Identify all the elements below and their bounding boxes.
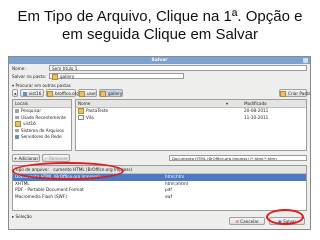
recent-icon bbox=[15, 115, 19, 120]
selection-expander[interactable]: ▸ Seleção bbox=[12, 214, 32, 219]
instruction-line-2: em seguida Clique em Salvar bbox=[62, 26, 258, 43]
column-modified-header[interactable]: Modificado bbox=[244, 100, 267, 107]
column-name-header[interactable]: Nome bbox=[78, 101, 90, 106]
files-header: Nome ▾ Modificado bbox=[76, 100, 306, 108]
path-segment-user[interactable]: user bbox=[78, 89, 97, 97]
folder-label: Salvar na pasta: bbox=[12, 74, 47, 79]
remove-place-button[interactable]: − Remover bbox=[42, 154, 70, 162]
home-folder-icon bbox=[15, 121, 21, 127]
home-icon bbox=[22, 92, 27, 96]
path-segment-broffice[interactable]: broffice.org bbox=[46, 89, 79, 97]
dialog-title: Salvar bbox=[151, 58, 168, 63]
highlight-save-ring bbox=[266, 209, 304, 225]
files-panel: Nome ▾ Modificado PastaTeste 20-08-2011 V… bbox=[75, 99, 307, 151]
cancel-button[interactable]: ⊘ Cancelar bbox=[229, 217, 265, 225]
dialog-titlebar: Salvar bbox=[9, 57, 310, 64]
browse-other-folders-expander[interactable]: ▾ Procurar em outras pastas bbox=[12, 83, 71, 88]
path-segment-home[interactable]: vist16 bbox=[20, 89, 44, 97]
folder-icon bbox=[47, 91, 53, 97]
name-label: Nome: bbox=[12, 66, 26, 71]
create-folder-button[interactable]: Criar Pasta bbox=[279, 89, 310, 97]
place-network[interactable]: Servidores de Rede bbox=[13, 134, 71, 141]
add-place-button[interactable]: + Adicionar bbox=[12, 154, 40, 162]
path-segment-gallery[interactable]: gallery bbox=[99, 89, 123, 97]
instruction-line-1: Em Tipo de Arquivo, Clique na 1ª. Opção … bbox=[17, 8, 303, 25]
save-folder-select[interactable]: gallery bbox=[49, 73, 184, 80]
folder-icon bbox=[52, 74, 58, 80]
file-row[interactable]: Vila 11-10-2011 bbox=[76, 115, 306, 122]
instruction-text: Em Tipo de Arquivo, Clique na 1ª. Opção … bbox=[0, 8, 320, 44]
save-dialog: Salvar Nome: Sem título 1 Salvar na past… bbox=[8, 56, 311, 230]
file-icon bbox=[78, 114, 84, 121]
file-type-option-swf[interactable]: Macromedia Flash (SWF) swf bbox=[13, 194, 306, 201]
file-filter-select[interactable]: Documento HTML (BrOffice.org Impress) (*… bbox=[169, 155, 307, 161]
places-header: Locais bbox=[13, 100, 71, 108]
save-folder-value: gallery bbox=[60, 74, 75, 79]
folder-icon bbox=[100, 91, 106, 97]
drive-icon bbox=[15, 128, 19, 133]
file-name-input[interactable]: Sem título 1 bbox=[49, 65, 307, 71]
highlight-file-type-ring bbox=[12, 162, 124, 180]
sort-arrow-icon: ▾ bbox=[226, 101, 229, 106]
search-icon bbox=[15, 109, 19, 113]
path-back-button[interactable]: ◂ bbox=[12, 89, 18, 97]
network-icon bbox=[15, 135, 19, 139]
new-folder-icon bbox=[280, 91, 286, 97]
folder-icon bbox=[78, 108, 84, 114]
browse-label: Procurar em outras pastas bbox=[15, 83, 71, 88]
close-window-icon[interactable] bbox=[303, 58, 308, 63]
places-panel: Locais Pesquisar Usado Recentemente vist… bbox=[12, 99, 72, 151]
folder-icon bbox=[79, 91, 85, 97]
